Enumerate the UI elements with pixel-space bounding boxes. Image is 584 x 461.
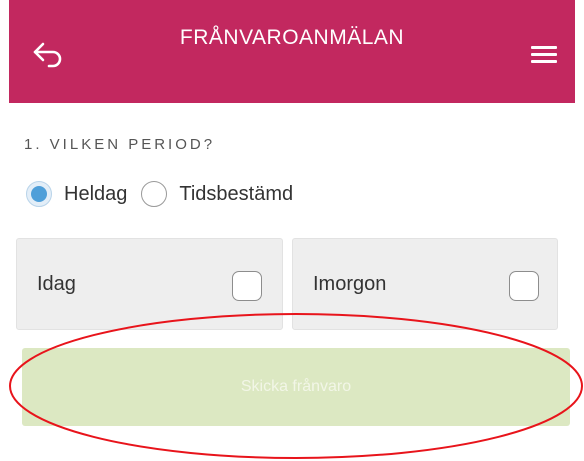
day-imorgon-label: Imorgon xyxy=(313,273,387,295)
app-header: FRÅNVAROANMÄLAN xyxy=(9,0,575,103)
imorgon-checkbox[interactable] xyxy=(509,271,539,301)
day-idag-label: Idag xyxy=(37,273,76,295)
day-option-imorgon[interactable]: Imorgon xyxy=(292,238,558,330)
send-absence-button[interactable]: Skicka frånvaro xyxy=(22,348,570,426)
idag-checkbox[interactable] xyxy=(232,271,262,301)
radio-selected-icon[interactable] xyxy=(26,181,52,207)
radio-unselected-icon[interactable] xyxy=(141,181,168,207)
radio-heldag[interactable]: Heldag xyxy=(26,181,127,207)
hamburger-menu-icon[interactable] xyxy=(527,40,563,70)
period-radio-group: Heldag Tidsbestämd xyxy=(26,174,293,214)
page-title: FRÅNVAROANMÄLAN xyxy=(179,26,405,49)
radio-tidsbestamd[interactable]: Tidsbestämd xyxy=(141,181,293,207)
period-question-label: 1. VILKEN PERIOD? xyxy=(24,136,216,153)
day-option-idag[interactable]: Idag xyxy=(16,238,283,330)
radio-heldag-label: Heldag xyxy=(64,182,128,205)
radio-tidsbestamd-label: Tidsbestämd xyxy=(179,182,294,205)
